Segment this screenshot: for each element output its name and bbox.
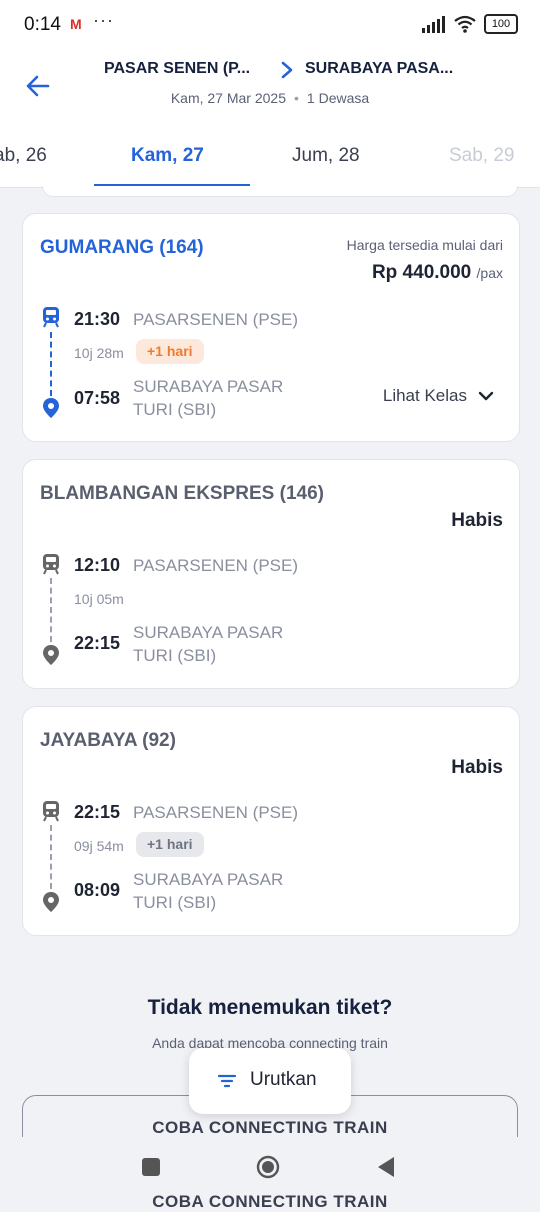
sort-label: Urutkan <box>250 1069 317 1090</box>
sort-button[interactable]: Urutkan <box>189 1048 351 1114</box>
train-icon <box>43 307 59 328</box>
next-day-badge: +1 hari <box>136 339 204 364</box>
origin-station: PASAR SENEN (P... <box>104 60 251 77</box>
arrival-time: 08:09 <box>74 880 121 900</box>
departure-time: 21:30 <box>74 309 121 329</box>
location-pin-icon <box>43 645 59 665</box>
arrival-station-line1: SURABAYA PASAR <box>133 870 284 889</box>
arrival-station-line2: TURI (SBI) <box>133 893 217 912</box>
status-icons: 100 <box>422 14 518 34</box>
tab-date-29[interactable]: Sab, 29 <box>449 145 515 167</box>
train-icon <box>43 801 59 822</box>
gmail-icon: M <box>70 16 82 32</box>
departure-time: 22:15 <box>74 802 121 822</box>
home-icon[interactable] <box>256 1155 280 1179</box>
arrival-station: SURABAYA PASAR TURI (SBI) <box>133 868 283 914</box>
passenger-count: 1 Dewasa <box>306 90 370 106</box>
arrival-station-line1: SURABAYA PASAR <box>133 623 284 642</box>
trip-date: Kam, 27 Mar 2025 <box>170 90 286 106</box>
departure-time: 12:10 <box>74 555 121 575</box>
train-card[interactable]: BLAMBANGAN EKSPRES (146) Habis 12:10 PAS… <box>22 459 520 689</box>
wifi-icon <box>454 15 476 33</box>
route-line <box>50 825 52 889</box>
recent-apps-icon[interactable] <box>142 1158 160 1176</box>
date-tabs: ab, 26 Kam, 27 Jum, 28 Sab, 29 <box>0 142 540 188</box>
view-class-label: Lihat Kelas <box>382 386 467 405</box>
tab-date-28[interactable]: Jum, 28 <box>292 145 360 167</box>
route-line <box>50 578 52 642</box>
filter-icon <box>217 1074 237 1088</box>
separator-dot: • <box>294 90 299 106</box>
arrival-station-line1: SURABAYA PASAR <box>133 377 284 396</box>
signal-icon <box>422 16 445 33</box>
trip-duration: 10j 28m <box>74 345 124 361</box>
status-time: 0:14 <box>24 14 61 35</box>
search-header: PASAR SENEN (P... SURABAYA PASA... Kam, … <box>0 52 540 188</box>
tab-date-27[interactable]: Kam, 27 <box>131 145 204 167</box>
train-card[interactable]: JAYABAYA (92) Habis 22:15 PASARSENEN (PS… <box>22 706 520 936</box>
status-bar: 0:14 M ··· 100 <box>0 0 540 52</box>
arrival-time: 07:58 <box>74 388 121 408</box>
sold-out-status: Habis <box>451 510 503 531</box>
view-class-button[interactable]: Lihat Kelas <box>383 386 495 406</box>
train-icon <box>43 554 59 575</box>
departure-station: PASARSENEN (PSE) <box>133 803 299 822</box>
next-day-badge: +1 hari <box>136 832 204 857</box>
price-unit: /pax <box>476 265 503 281</box>
train-name: GUMARANG (164) <box>40 237 204 258</box>
trip-duration: 09j 54m <box>74 838 124 854</box>
chevron-down-icon <box>478 391 494 401</box>
not-found-title: Tidak menemukan tiket? <box>147 996 393 1019</box>
more-notifications-icon: ··· <box>93 10 114 30</box>
tab-date-26[interactable]: ab, 26 <box>0 145 47 167</box>
arrival-station-line2: TURI (SBI) <box>133 400 217 419</box>
departure-station: PASARSENEN (PSE) <box>133 310 299 329</box>
trip-info: Kam, 27 Mar 2025 • 1 Dewasa <box>0 90 540 106</box>
previous-card-edge <box>42 186 518 197</box>
connecting-train-label-behind: COBA CONNECTING TRAIN <box>152 1192 388 1211</box>
system-nav-bar: COBA CONNECTING TRAIN <box>0 1137 540 1211</box>
chevron-right-icon <box>281 61 293 79</box>
departure-station: PASARSENEN (PSE) <box>133 556 299 575</box>
location-pin-icon <box>43 398 59 418</box>
location-pin-icon <box>43 892 59 912</box>
price-amount: Rp 440.000 <box>371 262 472 283</box>
nav-back-icon[interactable] <box>375 1155 397 1179</box>
battery-icon: 100 <box>484 14 518 34</box>
price-note: Harga tersedia mulai dari <box>346 237 503 253</box>
arrival-time: 22:15 <box>74 633 121 653</box>
train-name: BLAMBANGAN EKSPRES (146) <box>40 483 324 504</box>
connecting-train-label: COBA CONNECTING TRAIN <box>152 1118 388 1137</box>
sold-out-status: Habis <box>451 757 503 778</box>
arrival-station: SURABAYA PASAR TURI (SBI) <box>133 375 283 421</box>
train-card[interactable]: GUMARANG (164) Harga tersedia mulai dari… <box>22 213 520 442</box>
price: Rp 440.000 /pax <box>372 262 503 284</box>
trip-duration: 10j 05m <box>74 591 124 607</box>
train-name: JAYABAYA (92) <box>40 730 176 751</box>
route-title[interactable]: PASAR SENEN (P... SURABAYA PASA... <box>104 58 484 86</box>
destination-station: SURABAYA PASA... <box>305 60 454 77</box>
arrival-station-line2: TURI (SBI) <box>133 646 217 665</box>
route-line <box>50 332 52 396</box>
arrival-station: SURABAYA PASAR TURI (SBI) <box>133 621 283 667</box>
